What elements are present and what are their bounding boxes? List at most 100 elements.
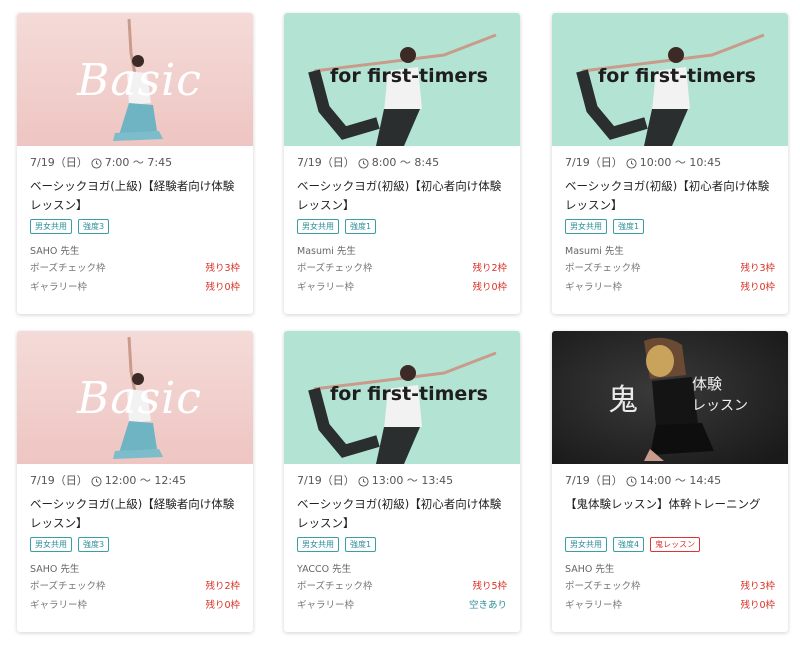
- lesson-date: 7/19（日）: [297, 474, 355, 487]
- slot-remaining: 残り3枠: [205, 262, 240, 274]
- lesson-card[interactable]: for first-timers 7/19（日） 8:00 〜 8:45 ベーシ…: [284, 13, 520, 314]
- tag: 強度1: [345, 537, 377, 552]
- lesson-title[interactable]: ベーシックヨガ(初級)【初心者向け体験レッスン】: [565, 177, 775, 215]
- clock-icon: [91, 157, 102, 169]
- tag: 男女共用: [297, 537, 339, 552]
- tag: 強度3: [78, 219, 110, 234]
- lesson-card[interactable]: for first-timers 7/19（日） 13:00 〜 13:45 ベ…: [284, 331, 520, 632]
- slot-available: 空きあり: [468, 599, 507, 611]
- slot-row: ポーズチェック枠 残り3枠: [30, 257, 240, 276]
- lesson-title[interactable]: ベーシックヨガ(上級)【経験者向け体験レッスン】: [30, 495, 240, 533]
- slot-label: ポーズチェック枠: [297, 262, 373, 274]
- tag: 強度1: [345, 219, 377, 234]
- slot-row: ギャラリー枠 残り0枠: [30, 276, 240, 295]
- slot-row: ギャラリー枠 空きあり: [297, 594, 507, 613]
- slot-row: ギャラリー枠 残り0枠: [297, 276, 507, 295]
- slot-row: ポーズチェック枠 残り3枠: [565, 575, 775, 594]
- slot-row: ポーズチェック枠 残り5枠: [297, 575, 507, 594]
- tag-list: 男女共用 強度3: [30, 219, 240, 235]
- banner-text: Basic: [77, 373, 202, 424]
- slot-label: ギャラリー枠: [30, 281, 88, 293]
- slot-label: ポーズチェック枠: [565, 262, 641, 274]
- teacher-name: SAHO 先生: [30, 246, 80, 257]
- slot-remaining: 残り0枠: [740, 281, 775, 293]
- lesson-time: 8:00 〜 8:45: [371, 156, 440, 169]
- clock-icon: [626, 157, 637, 169]
- lesson-datetime: 7/19（日） 10:00 〜 10:45: [565, 155, 775, 171]
- lesson-title[interactable]: ベーシックヨガ(初級)【初心者向け体験レッスン】: [297, 495, 507, 533]
- teacher-name: SAHO 先生: [30, 564, 80, 575]
- slot-label: ポーズチェック枠: [30, 262, 106, 274]
- lesson-thumbnail[interactable]: 鬼 体験 レッスン: [552, 331, 788, 464]
- banner-line2: レッスン: [692, 398, 748, 414]
- slot-remaining: 残り2枠: [472, 262, 507, 274]
- tag: 男女共用: [30, 219, 72, 234]
- clock-icon: [626, 475, 637, 487]
- slot-label: ギャラリー枠: [297, 281, 355, 293]
- lesson-thumbnail[interactable]: for first-timers: [552, 13, 788, 146]
- lesson-time: 13:00 〜 13:45: [371, 474, 454, 487]
- lesson-datetime: 7/19（日） 7:00 〜 7:45: [30, 155, 240, 171]
- clock-icon: [358, 157, 369, 169]
- lesson-date: 7/19（日）: [297, 156, 355, 169]
- lesson-title[interactable]: 【鬼体験レッスン】体幹トレーニング: [565, 495, 775, 533]
- lesson-card[interactable]: Basic 7/19（日） 7:00 〜 7:45 ベーシックヨガ(上級)【経験…: [17, 13, 253, 314]
- banner-text: for first-timers: [330, 65, 488, 87]
- teacher-name: SAHO 先生: [565, 564, 615, 575]
- lesson-thumbnail[interactable]: for first-timers: [284, 13, 520, 146]
- lesson-title[interactable]: ベーシックヨガ(上級)【経験者向け体験レッスン】: [30, 177, 240, 215]
- slot-row: ギャラリー枠 残り0枠: [30, 594, 240, 613]
- tag-list: 男女共用 強度4 鬼レッスン: [565, 537, 775, 553]
- slot-remaining: 残り5枠: [472, 580, 507, 592]
- tag-list: 男女共用 強度1: [565, 219, 775, 235]
- slot-label: ポーズチェック枠: [297, 580, 373, 592]
- slot-remaining: 残り0枠: [205, 281, 240, 293]
- slot-remaining: 残り0枠: [205, 599, 240, 611]
- slot-row: ギャラリー枠 残り0枠: [565, 594, 775, 613]
- teacher-name: Masumi 先生: [565, 246, 624, 257]
- slot-row: ポーズチェック枠 残り2枠: [30, 575, 240, 594]
- lesson-time: 14:00 〜 14:45: [639, 474, 722, 487]
- lesson-card[interactable]: 鬼 体験 レッスン 7/19（日） 14:00 〜 14:45 【鬼体験レッスン…: [552, 331, 788, 632]
- tag: 強度3: [78, 537, 110, 552]
- lesson-thumbnail[interactable]: Basic: [17, 331, 253, 464]
- lesson-thumbnail[interactable]: for first-timers: [284, 331, 520, 464]
- slot-label: ギャラリー枠: [30, 599, 88, 611]
- slot-remaining: 残り2枠: [205, 580, 240, 592]
- slot-remaining: 残り0枠: [472, 281, 507, 293]
- tag-list: 男女共用 強度1: [297, 219, 507, 235]
- lesson-thumbnail[interactable]: Basic: [17, 13, 253, 146]
- teacher-name: YACCO 先生: [297, 564, 352, 575]
- lesson-time: 7:00 〜 7:45: [104, 156, 173, 169]
- banner-text: Basic: [77, 55, 202, 106]
- slot-row: ギャラリー枠 残り0枠: [565, 276, 775, 295]
- tag: 男女共用: [30, 537, 72, 552]
- lesson-grid: Basic 7/19（日） 7:00 〜 7:45 ベーシックヨガ(上級)【経験…: [0, 0, 800, 653]
- tag-list: 男女共用 強度3: [30, 537, 240, 553]
- lesson-card[interactable]: for first-timers 7/19（日） 10:00 〜 10:45 ベ…: [552, 13, 788, 314]
- tag: 男女共用: [297, 219, 339, 234]
- slot-label: ギャラリー枠: [565, 599, 623, 611]
- lesson-time: 10:00 〜 10:45: [639, 156, 722, 169]
- tag-list: 男女共用 強度1: [297, 537, 507, 553]
- lesson-title[interactable]: ベーシックヨガ(初級)【初心者向け体験レッスン】: [297, 177, 507, 215]
- slot-label: ポーズチェック枠: [30, 580, 106, 592]
- clock-icon: [91, 475, 102, 487]
- lesson-datetime: 7/19（日） 8:00 〜 8:45: [297, 155, 507, 171]
- slot-row: ポーズチェック枠 残り2枠: [297, 257, 507, 276]
- slot-remaining: 残り3枠: [740, 262, 775, 274]
- slot-remaining: 残り3枠: [740, 580, 775, 592]
- slot-remaining: 残り0枠: [740, 599, 775, 611]
- slot-label: ポーズチェック枠: [565, 580, 641, 592]
- tag: 男女共用: [565, 219, 607, 234]
- slot-label: ギャラリー枠: [565, 281, 623, 293]
- slot-label: ギャラリー枠: [297, 599, 355, 611]
- lesson-date: 7/19（日）: [565, 156, 623, 169]
- lesson-card[interactable]: Basic 7/19（日） 12:00 〜 12:45 ベーシックヨガ(上級)【…: [17, 331, 253, 632]
- banner-text: for first-timers: [330, 383, 488, 405]
- lesson-datetime: 7/19（日） 12:00 〜 12:45: [30, 473, 240, 489]
- lesson-time: 12:00 〜 12:45: [104, 474, 187, 487]
- lesson-date: 7/19（日）: [30, 474, 88, 487]
- lesson-date: 7/19（日）: [30, 156, 88, 169]
- lesson-datetime: 7/19（日） 14:00 〜 14:45: [565, 473, 775, 489]
